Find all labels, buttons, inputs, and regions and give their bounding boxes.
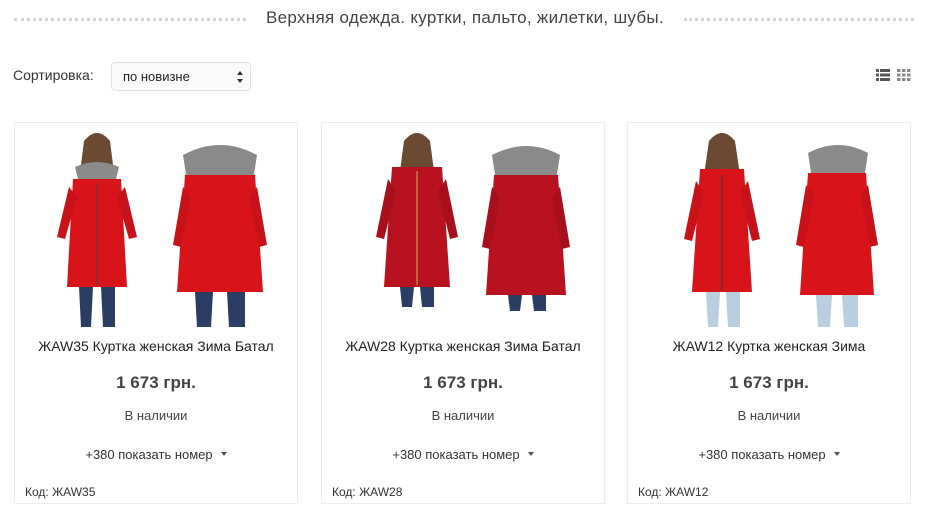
product-title[interactable]: ЖAW28 Куртка женская Зима Батал [322, 338, 604, 354]
product-card[interactable]: ЖAW35 Куртка женская Зима Батал 1 673 гр… [14, 122, 298, 504]
product-title[interactable]: ЖAW35 Куртка женская Зима Батал [15, 338, 297, 354]
show-phone-label: +380 показать номер [85, 447, 213, 462]
product-code: Код: ЖAW35 [25, 485, 96, 499]
product-image[interactable] [342, 127, 586, 327]
show-phone-button[interactable]: +380 показать номер [322, 447, 604, 462]
show-phone-label: +380 показать номер [392, 447, 520, 462]
product-image[interactable] [648, 127, 892, 327]
caret-down-icon [833, 451, 840, 456]
product-code: Код: ЖAW12 [638, 485, 709, 499]
stock-status: В наличии [737, 408, 801, 423]
heading-divider-right [684, 18, 914, 21]
product-price: 1 673 грн. [423, 373, 503, 392]
product-card[interactable]: ЖAW28 Куртка женская Зима Батал 1 673 гр… [321, 122, 605, 504]
sort-selected-value: по новизне [123, 69, 190, 84]
product-card[interactable]: ЖAW12 Куртка женская Зима 1 673 грн. В н… [627, 122, 911, 504]
product-price: 1 673 грн. [116, 373, 196, 392]
stock-status: В наличии [431, 408, 495, 423]
caret-down-icon [220, 451, 227, 456]
product-title[interactable]: ЖAW12 Куртка женская Зима [628, 338, 910, 354]
sort-select[interactable]: по новизне [111, 62, 251, 91]
grid-view-icon[interactable] [897, 69, 911, 81]
stock-status: В наличии [124, 408, 188, 423]
heading-divider-left [14, 18, 246, 21]
product-price: 1 673 грн. [729, 373, 809, 392]
page-title: Верхняя одежда. куртки, пальто, жилетки,… [266, 8, 664, 27]
list-view-icon[interactable] [876, 69, 890, 81]
show-phone-button[interactable]: +380 показать номер [15, 447, 297, 462]
product-image[interactable] [35, 127, 279, 327]
sort-label: Сортировка: [13, 67, 94, 83]
product-code: Код: ЖAW28 [332, 485, 403, 499]
category-heading: Верхняя одежда. куртки, пальто, жилетки,… [0, 0, 927, 40]
caret-down-icon [527, 451, 534, 456]
select-arrows-icon [237, 71, 243, 83]
show-phone-button[interactable]: +380 показать номер [628, 447, 910, 462]
show-phone-label: +380 показать номер [698, 447, 826, 462]
